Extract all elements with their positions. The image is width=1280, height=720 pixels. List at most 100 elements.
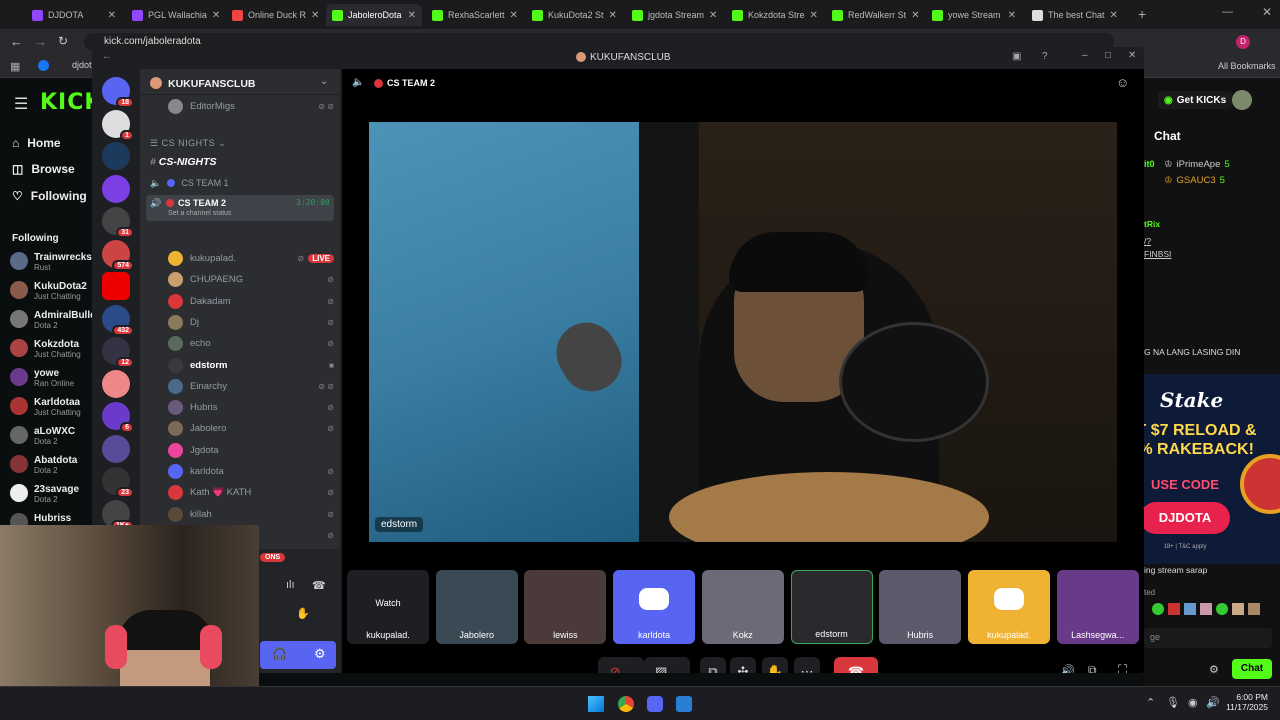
participant-tile[interactable]: Kokz (701, 570, 784, 644)
close-window-icon[interactable]: ✕ (1262, 5, 1272, 19)
profile-avatar[interactable]: D (1236, 35, 1250, 49)
minimize-icon[interactable]: – (1082, 50, 1088, 61)
apps-grid-icon[interactable]: ▦ (10, 60, 20, 73)
nav-home[interactable]: ⌂ Home (12, 136, 61, 150)
following-item[interactable]: Trainwrecks Rust (10, 252, 95, 273)
participant-tile[interactable]: Lashsegwa... (1056, 570, 1139, 644)
minimize-icon[interactable]: — (1222, 6, 1233, 18)
close-tab-icon[interactable]: ✕ (810, 10, 818, 21)
browser-tab[interactable]: KukuDota2 St ✕ (526, 4, 622, 26)
back-icon[interactable]: ← (10, 34, 23, 49)
ad-code-button[interactable]: DJDOTA (1140, 502, 1230, 534)
close-icon[interactable]: ✕ (1128, 50, 1136, 61)
channel-status[interactable]: Set a channel status (168, 210, 231, 217)
app-icon[interactable] (676, 696, 692, 712)
members-icon[interactable]: ☺ (1116, 75, 1129, 90)
server-icon[interactable]: 6 (102, 402, 134, 433)
chat-user-2[interactable]: ♔ GSAUC3 5 (1164, 175, 1225, 186)
voice-member[interactable]: killah ⊘ (168, 506, 334, 522)
voice-channel-1[interactable]: 🔈 CS TEAM 1 (150, 178, 229, 189)
browser-tab[interactable]: RexhaScarlett ✕ (426, 4, 522, 26)
settings-gear-icon[interactable]: ⚙ (314, 646, 326, 662)
close-tab-icon[interactable]: ✕ (311, 10, 319, 21)
server-icon[interactable] (102, 174, 130, 203)
participant-tile[interactable]: lewiss (524, 570, 607, 644)
voice-member[interactable]: Jgdota (168, 442, 334, 458)
close-tab-icon[interactable]: ✕ (609, 10, 617, 21)
nav-browse[interactable]: ◫ Browse (12, 162, 75, 176)
chat-send-button[interactable]: Chat (1232, 659, 1272, 679)
reload-icon[interactable]: ↻ (58, 34, 68, 48)
disconnect-icon[interactable]: ☎ (312, 579, 326, 592)
close-tab-icon[interactable]: ✕ (911, 10, 919, 21)
disconnect-button[interactable]: ☎ (834, 657, 878, 673)
server-icon[interactable]: 1K+ (102, 499, 134, 531)
server-icon[interactable]: 23 (102, 467, 134, 498)
tray-chevron-icon[interactable]: ⌃ (1146, 696, 1155, 709)
discord-icon[interactable] (647, 696, 663, 712)
browser-tab[interactable]: PGL Wallachia ✕ (126, 4, 222, 26)
server-icon[interactable]: 12 (102, 337, 134, 368)
all-bookmarks[interactable]: All Bookmarks (1218, 61, 1276, 71)
fullscreen-icon[interactable]: ⛶ (1118, 662, 1127, 673)
popout-icon[interactable]: ⧉ (1088, 663, 1097, 673)
facebook-icon[interactable] (38, 60, 49, 71)
main-video[interactable]: edstorm (369, 122, 1117, 542)
browser-tab[interactable]: jgdota Stream ✕ (626, 4, 722, 26)
emote-row[interactable] (1152, 603, 1280, 617)
settings-gear-icon[interactable]: ⚙ (1209, 663, 1219, 676)
more-button[interactable]: ⋯ (794, 657, 820, 673)
voice-member[interactable]: Hubris ⊘ (168, 400, 334, 416)
server-icon[interactable]: 18 (102, 77, 134, 108)
activity-icon[interactable]: ✋ (296, 607, 310, 620)
browser-tab[interactable]: yowe Stream ✕ (926, 4, 1022, 26)
voice-member[interactable]: Kath 💗 KATH ⊘ (168, 485, 334, 501)
browser-tab[interactable]: Online Duck R ✕ (226, 4, 322, 26)
voice-member[interactable]: Dj ⊘ (168, 314, 334, 330)
server-icon[interactable]: 432 (102, 304, 134, 336)
following-item[interactable]: yowe Ran Online (10, 368, 95, 389)
headset-icon[interactable]: 🎧 (272, 647, 287, 661)
server-icon[interactable] (102, 142, 130, 170)
chat-input[interactable]: ge (1144, 628, 1272, 648)
mute-button[interactable]: ⊘ ⌄ (598, 657, 644, 673)
close-tab-icon[interactable]: ✕ (1110, 10, 1118, 21)
following-item[interactable]: Kokzdota Just Chatting (10, 339, 95, 360)
browser-tab[interactable]: The best Chat ✕ (1026, 4, 1122, 26)
browser-tab[interactable]: RedWalkerr St ✕ (826, 4, 922, 26)
voice-member[interactable]: Jabolero ⊘ (168, 421, 334, 437)
menu-icon[interactable]: ☰ (14, 94, 28, 114)
voice-member[interactable]: Einarchy ⊘ ⊘ (168, 378, 334, 394)
server-icon[interactable] (102, 369, 130, 398)
back-arrow-icon[interactable]: ← (102, 51, 112, 62)
user-avatar[interactable] (1232, 90, 1252, 110)
participant-tile[interactable]: Jabolero (435, 570, 518, 644)
participant-tile[interactable]: kukupalad. (967, 570, 1050, 644)
soundboard-button[interactable]: ✋ (762, 657, 788, 673)
close-tab-icon[interactable]: ✕ (212, 10, 220, 21)
chrome-icon[interactable] (618, 696, 634, 712)
browser-tab[interactable]: JaboleroDota ✕ (326, 4, 422, 26)
category-header[interactable]: ☰ CS NIGHTS ⌄ (150, 138, 226, 149)
soundboard-icon[interactable]: ılı (286, 579, 295, 591)
voice-member[interactable]: kukupalad. ⊘ LIVE (168, 251, 334, 266)
chat-user-1[interactable]: ♔ iPrimeApe 5 (1164, 159, 1230, 170)
voice-channel-2[interactable]: 🔊 CS TEAM 2 3:20:00 Set a channel status (146, 195, 334, 221)
activities-button[interactable]: ✣ (730, 657, 756, 673)
voice-member[interactable]: EditorMigs ⊘ ⊘ (168, 99, 334, 114)
screen-share-button[interactable]: ⧉ (700, 657, 726, 673)
server-icon[interactable]: 1 (102, 109, 134, 141)
inbox-icon[interactable]: ▣ (1012, 51, 1021, 62)
following-item[interactable]: KukuDota2 Just Chatting (10, 281, 95, 302)
following-item[interactable]: 23savage Dota 2 (10, 484, 95, 505)
browser-tab[interactable]: DJDOTA ✕ (26, 4, 122, 26)
following-item[interactable]: Abatdota Dota 2 (10, 455, 95, 476)
participant-tile[interactable]: Hubris (879, 570, 962, 644)
wifi-icon[interactable]: ◉ (1188, 696, 1198, 709)
following-item[interactable]: AdmiralBulld Dota 2 (10, 310, 96, 331)
text-channel[interactable]: # CS-NIGHTS (150, 156, 217, 168)
server-header[interactable]: KUKUFANSCLUB ⌄ (140, 69, 340, 95)
get-kicks-button[interactable]: ◉ Get KICKs (1158, 91, 1233, 109)
following-item[interactable]: Karldotaa Just Chatting (10, 397, 95, 418)
server-icon[interactable] (102, 272, 130, 300)
